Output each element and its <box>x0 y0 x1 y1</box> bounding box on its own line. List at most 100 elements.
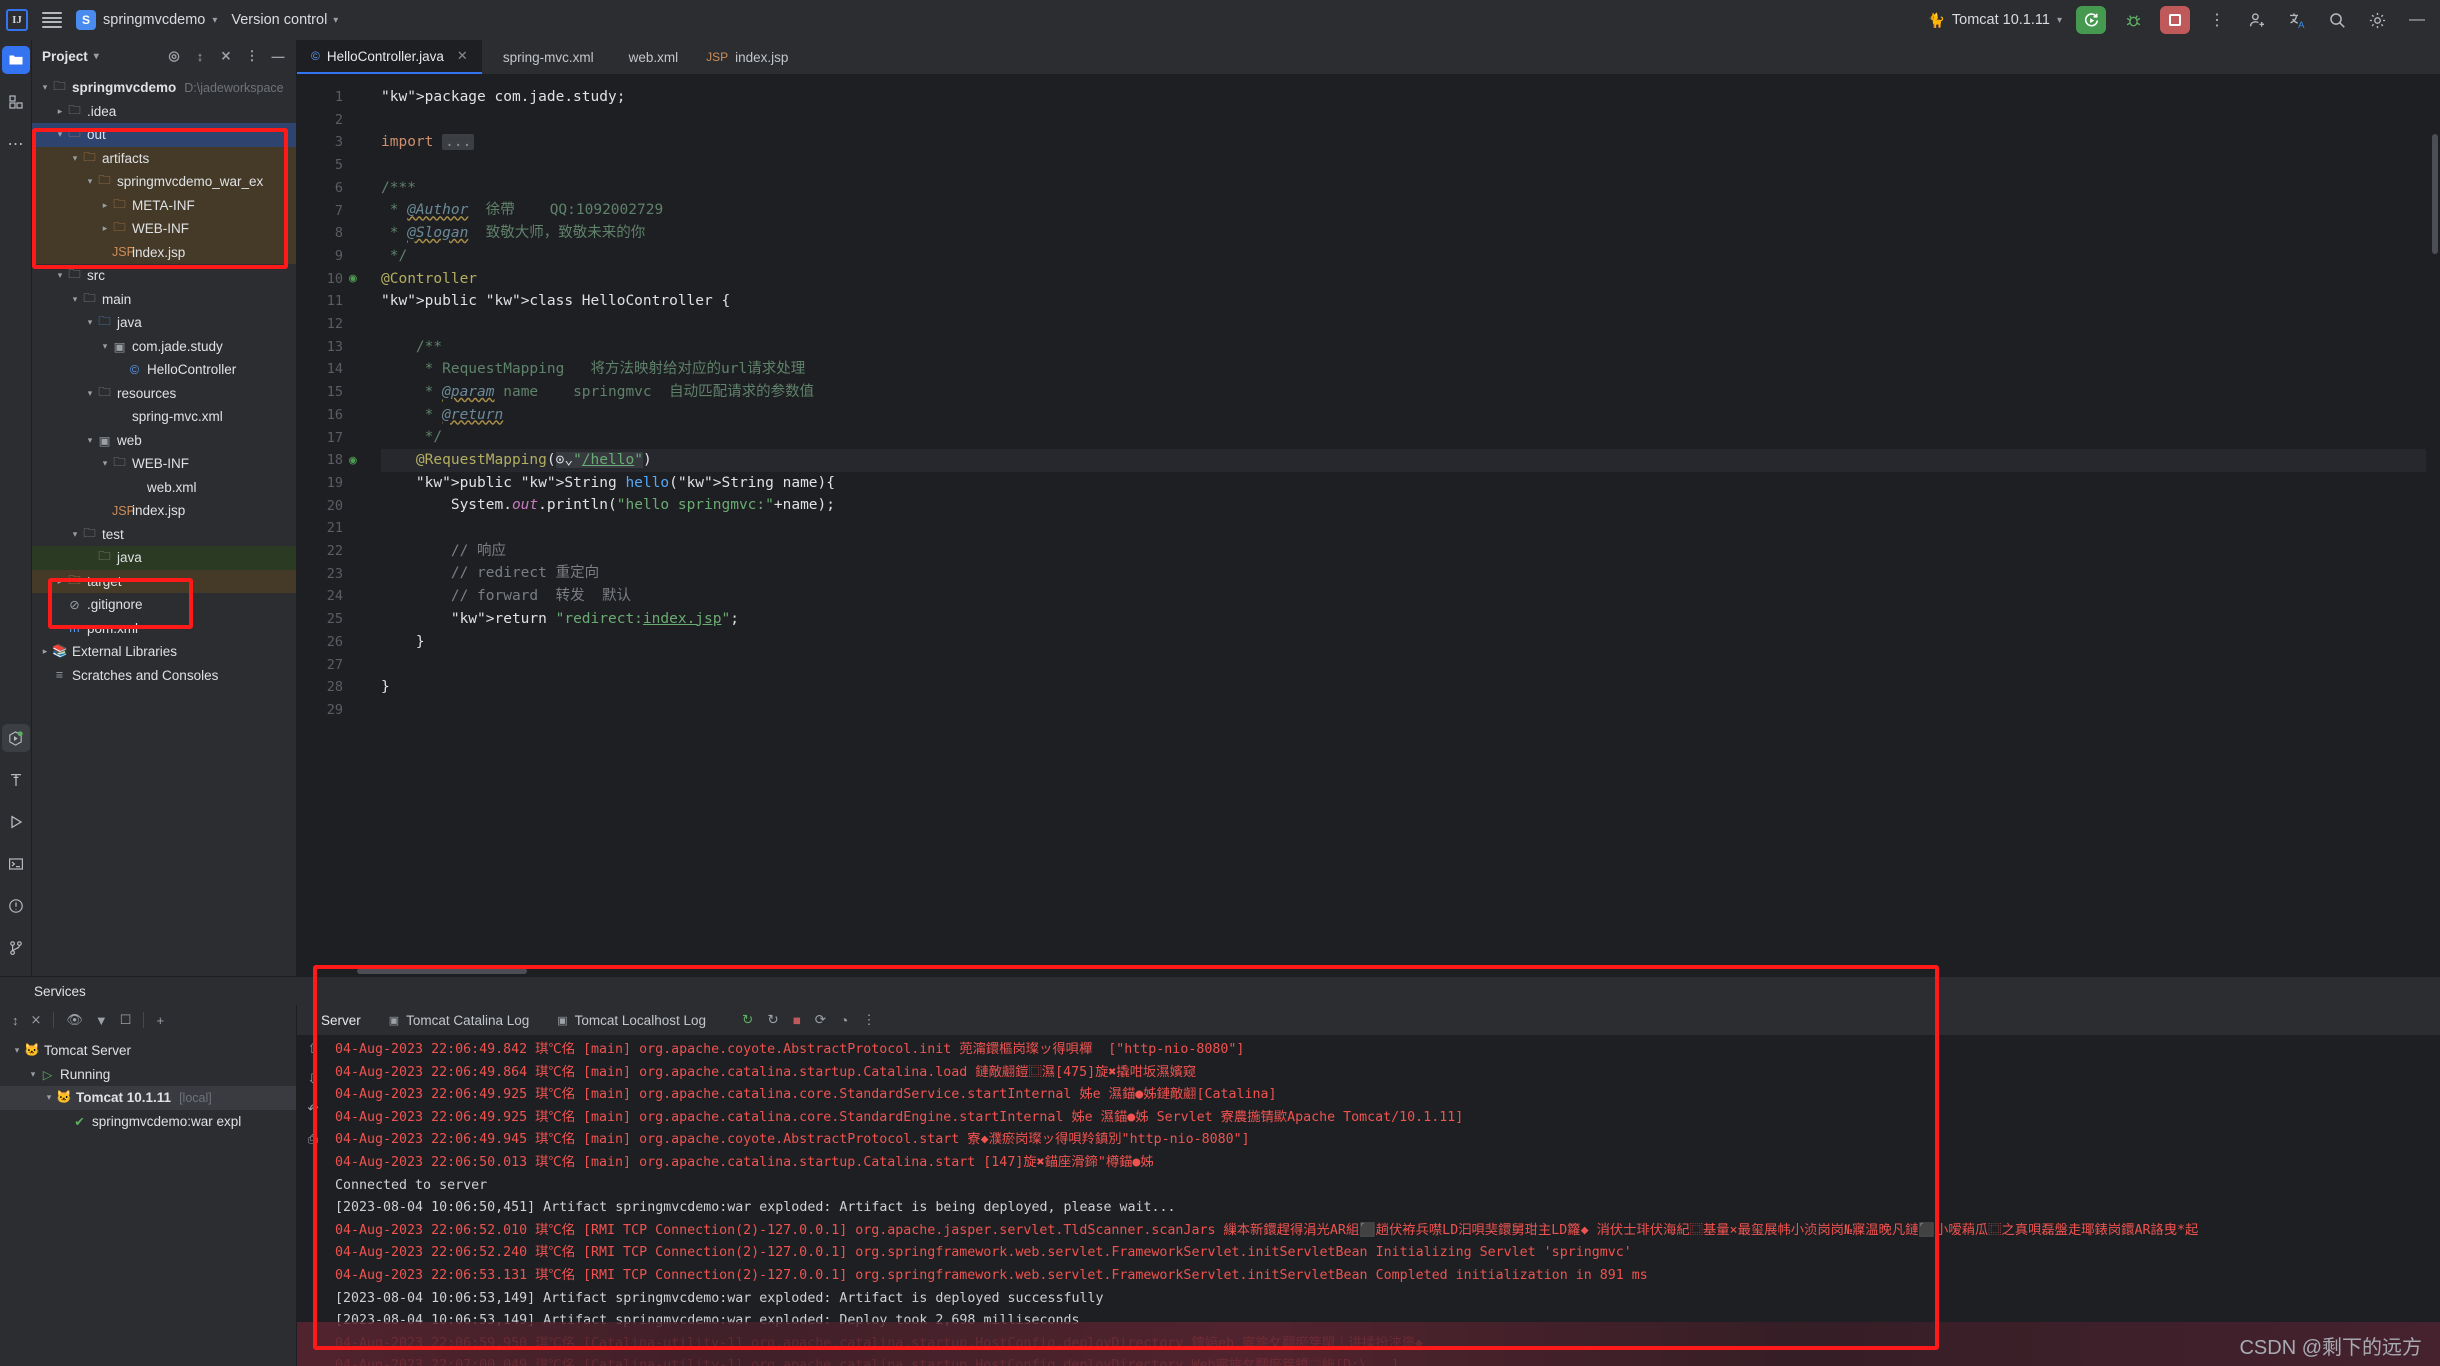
tree-node-spring-mvc-xml[interactable]: spring-mvc.xml <box>32 405 296 429</box>
more-actions-button[interactable]: ⋮ <box>2204 7 2230 33</box>
class-gutter-icon[interactable]: ◉ <box>349 268 371 291</box>
tree-node-springmvcdemo[interactable]: ▾ 🗀 springmvcdemo D:\jadeworkspace <box>32 76 296 100</box>
console-tab-bar[interactable]: Server ▣ Tomcat Catalina Log ▣ Tomcat Localh… <box>297 1005 2440 1035</box>
chevron-down-icon[interactable]: ▾ <box>83 388 97 399</box>
tree-node-web[interactable]: ▾ ▣ web <box>32 429 296 453</box>
tree-node-pom-xml[interactable]: m pom.xml <box>32 617 296 641</box>
tree-node-artifacts[interactable]: ▾ 🗀 artifacts <box>32 146 296 170</box>
chevron-down-icon[interactable]: ▾ <box>10 1045 24 1056</box>
debug-button[interactable] <box>2120 7 2146 33</box>
editor-tab-bar[interactable]: © HelloController.java ✕ spring-mvc.xml web.… <box>297 40 2440 74</box>
chevron-right-icon[interactable]: ▸ <box>98 200 112 211</box>
tree-node-out[interactable]: ▾ 🗀 out <box>32 123 296 147</box>
tree-node-web-inf[interactable]: ▾ 🗀 WEB-INF <box>32 452 296 476</box>
tree-node--idea[interactable]: ▸ 🗀 .idea <box>32 100 296 124</box>
chevron-down-icon[interactable]: ▾ <box>83 317 97 328</box>
tree-node-src[interactable]: ▾ 🗀 src <box>32 264 296 288</box>
chevron-down-icon[interactable]: ▾ <box>68 529 82 540</box>
run-icon[interactable] <box>2 808 30 836</box>
chevron-down-icon[interactable]: ▾ <box>53 270 67 281</box>
chevron-down-icon[interactable]: ▾ <box>68 153 82 164</box>
git-icon[interactable] <box>2 934 30 962</box>
console-horizontal-scrollbar[interactable] <box>297 1322 2440 1366</box>
chevron-down-icon[interactable]: ▾ <box>38 82 52 93</box>
hamburger-menu-icon[interactable] <box>42 12 62 28</box>
hide-icon[interactable]: — <box>268 46 288 66</box>
show-icon[interactable]: 👁 <box>66 1012 83 1028</box>
expand-collapse-icon[interactable]: ↕ <box>190 46 210 66</box>
tree-node-hellocontroller[interactable]: © HelloController <box>32 358 296 382</box>
editor-tab-web-xml[interactable]: web.xml <box>608 40 693 74</box>
tree-node-java[interactable]: 🗀 java <box>32 546 296 570</box>
services-toolbar[interactable]: ↕ ⨯ 👁 ▼ ☐ + <box>0 1005 296 1035</box>
project-tree[interactable]: ▾ 🗀 springmvcdemo D:\jadeworkspace ▸ 🗀 .idea ▾ 🗀… <box>32 72 296 976</box>
soft-wrap-icon[interactable]: ↶ <box>308 1101 319 1117</box>
search-icon[interactable] <box>2324 7 2350 33</box>
chevron-down-icon[interactable]: ▾ <box>68 294 82 305</box>
method-gutter-icon[interactable]: ◉ <box>349 450 371 473</box>
tree-node-target[interactable]: ▸ 🗀 target <box>32 569 296 593</box>
console-output[interactable]: 04-Aug-2023 22:06:49.842 琪℃佲 [main] org.… <box>329 1035 2440 1366</box>
chevron-right-icon[interactable]: ▸ <box>98 223 112 234</box>
locate-icon[interactable]: ◎ <box>164 46 184 66</box>
chevron-down-icon[interactable]: ▾ <box>94 51 99 62</box>
tree-node-scratches-and-consoles[interactable]: ≡ Scratches and Consoles <box>32 664 296 688</box>
tree-node-index-jsp[interactable]: JSP index.jsp <box>32 499 296 523</box>
console-tab-tomcat-localhost-log[interactable]: ▣ Tomcat Localhost Log <box>543 1013 720 1028</box>
console-toolbar[interactable]: ↻ ↻ ■ ⟳ ◔ ⋮ <box>742 1012 876 1028</box>
editor-vertical-scrollbar[interactable] <box>2432 134 2438 254</box>
tree-node-resources[interactable]: ▾ 🗀 resources <box>32 382 296 406</box>
tree-node-index-jsp[interactable]: JSP index.jsp <box>32 240 296 264</box>
console-tab-server[interactable]: Server <box>307 1013 375 1028</box>
run-configuration-selector[interactable]: 🐈 Tomcat 10.1.11 ▾ <box>1927 12 2062 29</box>
editor-tab-index-jsp[interactable]: JSP index.jsp <box>692 40 802 74</box>
tree-node-springmvcdemo-war-ex[interactable]: ▾ 🗀 springmvcdemo_war_ex <box>32 170 296 194</box>
add-icon[interactable]: + <box>156 1013 164 1028</box>
tree-node--gitignore[interactable]: ⊘ .gitignore <box>32 593 296 617</box>
services-icon[interactable] <box>1 724 30 752</box>
service-node-tomcat-server[interactable]: ▾ 🐱 Tomcat Server <box>0 1039 296 1063</box>
options-icon[interactable]: ⋮ <box>242 46 262 66</box>
expand-collapse-icon[interactable]: ↕ <box>12 1013 19 1028</box>
editor-tab-hellocontroller-java[interactable]: © HelloController.java ✕ <box>297 40 482 74</box>
chevron-right-icon[interactable]: ▸ <box>38 646 52 657</box>
new-tab-icon[interactable]: ☐ <box>120 1012 132 1028</box>
editor-horizontal-scrollbar[interactable] <box>357 968 527 974</box>
project-selector[interactable]: S springmvcdemo ▾ <box>76 10 217 30</box>
project-icon[interactable] <box>1 46 30 74</box>
stop-icon[interactable]: ■ <box>793 1013 801 1028</box>
service-node-tomcat-10-1-11[interactable]: ▾ 🐱 Tomcat 10.1.11 [local] <box>0 1086 296 1110</box>
profiler-icon[interactable]: ◔ <box>840 1013 848 1028</box>
version-control-menu[interactable]: Version control ▾ <box>231 12 338 28</box>
translate-icon[interactable]: A <box>2284 7 2310 33</box>
minimize-icon[interactable]: — <box>2404 7 2430 33</box>
chevron-down-icon[interactable]: ▾ <box>53 129 67 140</box>
more-tools-icon[interactable]: ⋯ <box>2 130 30 158</box>
chevron-right-icon[interactable]: ▸ <box>53 106 67 117</box>
build-icon[interactable] <box>2 766 30 794</box>
editor-tab-spring-mvc-xml[interactable]: spring-mvc.xml <box>482 40 608 74</box>
console-side-toolbar[interactable]: ⇧ ⇩ ↶ ⎙ <box>297 1035 329 1366</box>
chevron-down-icon[interactable]: ▾ <box>26 1069 40 1080</box>
tree-node-web-xml[interactable]: web.xml <box>32 476 296 500</box>
stop-button[interactable] <box>2160 6 2190 34</box>
chevron-down-icon[interactable]: ▾ <box>83 435 97 446</box>
problems-icon[interactable] <box>2 892 30 920</box>
tree-node-com-jade-study[interactable]: ▾ ▣ com.jade.study <box>32 335 296 359</box>
run-button[interactable] <box>2076 6 2106 34</box>
terminal-icon[interactable] <box>2 850 30 878</box>
rerun-debug-icon[interactable]: ↻ <box>767 1012 778 1028</box>
chevron-right-icon[interactable]: ▸ <box>53 576 67 587</box>
tree-node-meta-inf[interactable]: ▸ 🗀 META-INF <box>32 193 296 217</box>
chevron-down-icon[interactable]: ▾ <box>98 341 112 352</box>
services-tree[interactable]: ▾ 🐱 Tomcat Server ▾ ▷ Running ▾ 🐱 Tomcat 10.1.11… <box>0 1035 296 1366</box>
source-code[interactable]: "kw">package com.jade.study; import ... /*… <box>371 74 2426 976</box>
service-node-running[interactable]: ▾ ▷ Running <box>0 1063 296 1087</box>
tree-node-external-libraries[interactable]: ▸ 📚 External Libraries <box>32 640 296 664</box>
collapse-all-icon[interactable]: ⨯ <box>216 46 236 66</box>
tree-node-main[interactable]: ▾ 🗀 main <box>32 288 296 312</box>
code-editor[interactable]: 1 2 3 5 6 7 8 9 10 11 12 13 14 15 16 17 18 19 20 21 22 23 24 25… <box>297 74 2440 976</box>
filter-icon[interactable]: ▼ <box>95 1013 108 1028</box>
more-vertical-icon[interactable]: ⋮ <box>862 1012 876 1028</box>
rerun-icon[interactable]: ↻ <box>742 1012 753 1028</box>
